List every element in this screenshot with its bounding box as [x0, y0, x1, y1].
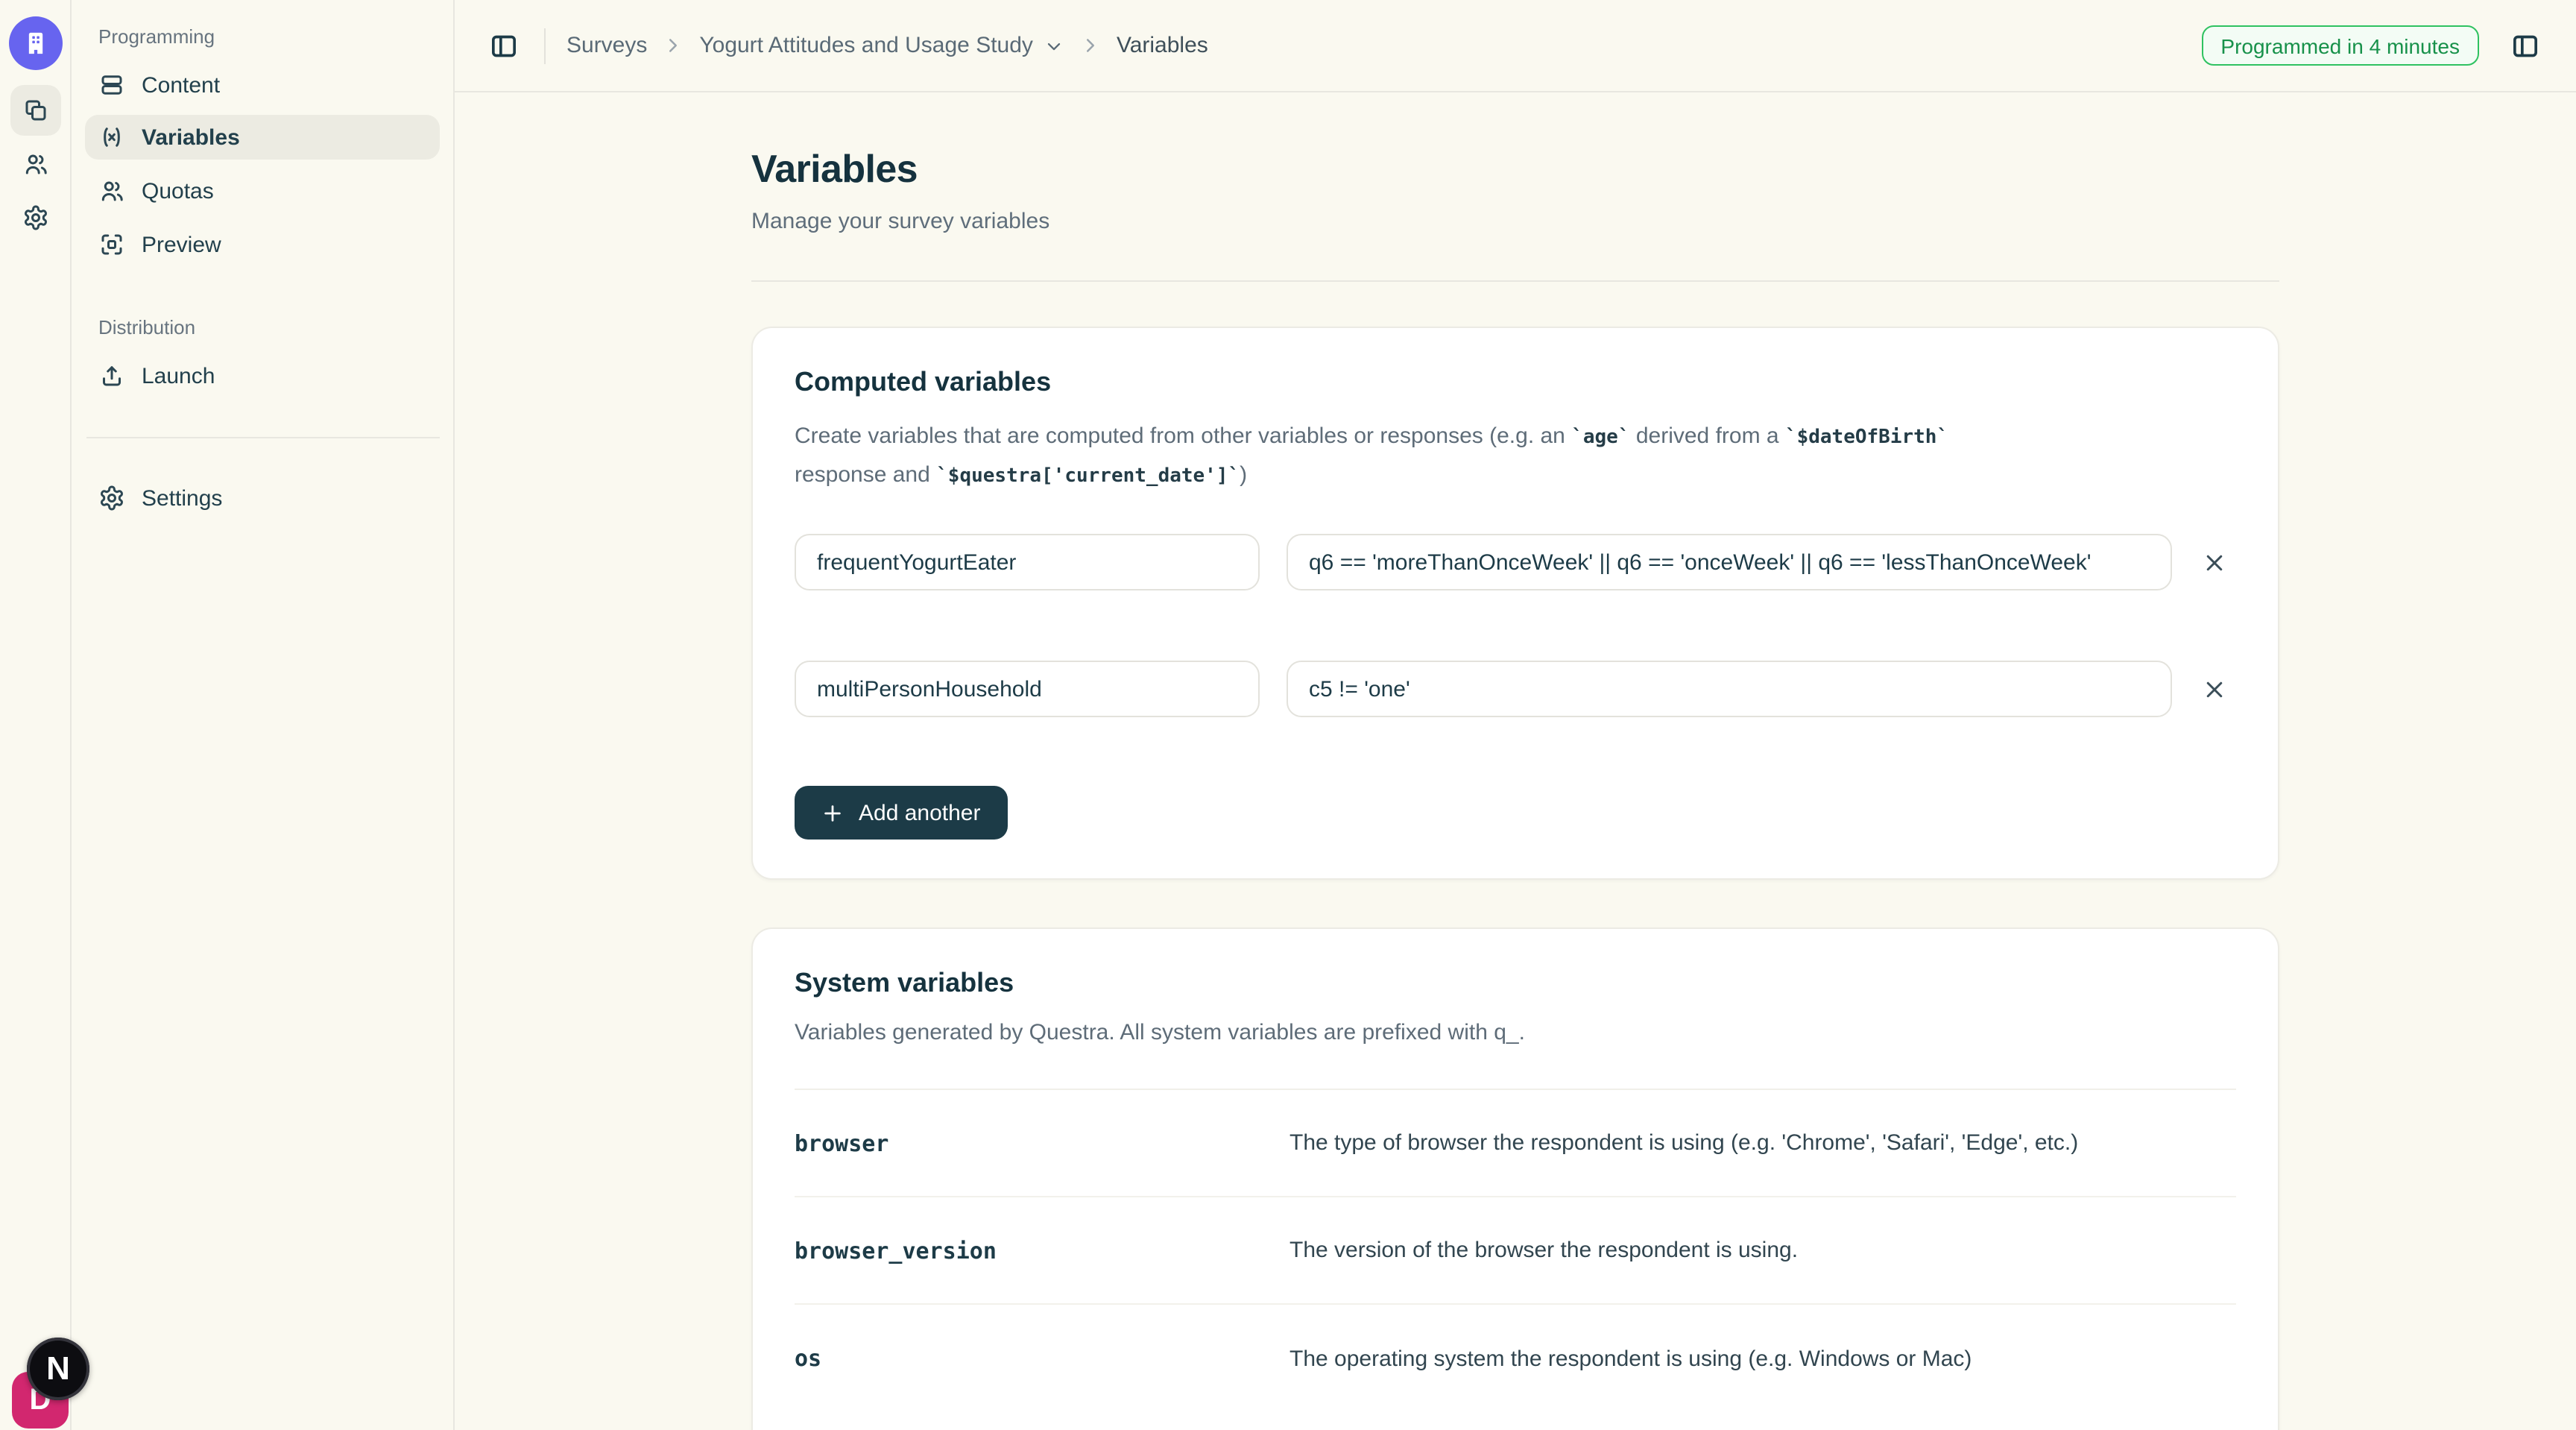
- settings-rail-button[interactable]: [10, 192, 61, 243]
- system-variables-description: Variables generated by Questra. All syst…: [795, 1014, 2236, 1051]
- top-header: Surveys Yogurt Attitudes and Usage Study…: [455, 0, 2576, 92]
- header-divider: [544, 28, 546, 63]
- icon-rail: [0, 0, 72, 1430]
- add-another-label: Add another: [859, 800, 980, 825]
- variable-name-input[interactable]: [795, 534, 1260, 590]
- computed-variables-card: Computed variables Create variables that…: [751, 327, 2279, 880]
- remove-variable-button[interactable]: [2193, 668, 2235, 710]
- inline-code: `$dateOfBirth`: [1785, 426, 1948, 449]
- sidebar-item-label: Content: [142, 72, 220, 98]
- sidebar-divider: [86, 437, 440, 438]
- breadcrumb-survey-name[interactable]: Yogurt Attitudes and Usage Study: [699, 33, 1064, 58]
- description-text: response and: [795, 462, 936, 488]
- panel-left-icon: [489, 31, 519, 60]
- system-variables-card: System variables Variables generated by …: [751, 927, 2279, 1430]
- building-icon: [21, 28, 51, 58]
- computed-variables-title: Computed variables: [795, 367, 2236, 398]
- breadcrumb: Surveys Yogurt Attitudes and Usage Study…: [566, 33, 1208, 58]
- computed-variable-row: [795, 661, 2236, 717]
- system-variable-row: browser_version The version of the brows…: [795, 1197, 2236, 1305]
- inline-code: `age`: [1571, 426, 1629, 449]
- users-icon: [98, 177, 125, 204]
- nextjs-n-logo: N: [46, 1349, 70, 1388]
- sidebar-item-quotas[interactable]: Quotas: [85, 168, 440, 213]
- programmed-time-badge: Programmed in 4 minutes: [2201, 25, 2479, 66]
- computed-variable-rows: [795, 534, 2236, 717]
- sidebar-item-preview[interactable]: Preview: [85, 222, 440, 267]
- page-subtitle: Manage your survey variables: [751, 209, 2279, 234]
- survey-name-label: Yogurt Attitudes and Usage Study: [699, 33, 1033, 58]
- sidebar-item-label: Settings: [142, 485, 222, 511]
- chevron-right-icon: [1079, 34, 1102, 57]
- sidebar: Programming Content Variables: [72, 0, 455, 1430]
- plus-icon: [821, 801, 844, 824]
- sidebar-item-label: Preview: [142, 232, 221, 257]
- sidebar-toggle-button[interactable]: [484, 26, 523, 65]
- sidebar-item-launch[interactable]: Launch: [85, 353, 440, 398]
- main-area: Surveys Yogurt Attitudes and Usage Study…: [455, 0, 2576, 1430]
- computed-variables-description: Create variables that are computed from …: [795, 418, 2236, 495]
- section-label-distribution: Distribution: [98, 316, 195, 338]
- gear-icon: [98, 485, 125, 511]
- close-icon: [2203, 678, 2225, 700]
- add-another-button[interactable]: Add another: [795, 786, 1007, 840]
- gear-icon: [22, 204, 49, 231]
- nextjs-dev-badge[interactable]: N: [27, 1338, 89, 1400]
- computed-variable-row: [795, 534, 2236, 590]
- section-label-programming: Programming: [98, 25, 215, 48]
- sidebar-item-variables[interactable]: Variables: [85, 115, 440, 160]
- right-panel-toggle-button[interactable]: [2506, 26, 2545, 65]
- inline-code: `$questra['current_date']`: [936, 465, 1240, 488]
- close-icon: [2203, 551, 2225, 573]
- org-logo[interactable]: [9, 16, 63, 70]
- title-divider: [751, 280, 2279, 282]
- system-variable-description: The operating system the respondent is u…: [1289, 1346, 1972, 1371]
- breadcrumb-surveys[interactable]: Surveys: [566, 33, 647, 58]
- sidebar-item-label: Quotas: [142, 178, 214, 204]
- remove-variable-button[interactable]: [2193, 541, 2235, 583]
- sidebar-item-label: Launch: [142, 363, 215, 388]
- description-text: ): [1240, 462, 1247, 488]
- system-variables-title: System variables: [795, 968, 2236, 999]
- upload-icon: [98, 362, 125, 389]
- system-variable-name: browser: [795, 1130, 1289, 1156]
- system-variable-name: browser_version: [795, 1237, 1289, 1264]
- sidebar-item-settings[interactable]: Settings: [85, 476, 440, 520]
- sidebar-item-content[interactable]: Content: [85, 63, 440, 107]
- system-variable-row: os The operating system the respondent i…: [795, 1305, 2236, 1412]
- rows-icon: [98, 72, 125, 98]
- page-title: Variables: [751, 146, 2279, 192]
- function-variable-icon: [98, 124, 125, 151]
- app-root: D N Programming Content Vari: [0, 0, 2576, 1430]
- variable-expression-input[interactable]: [1287, 534, 2172, 590]
- sidebar-item-label: Variables: [142, 125, 240, 150]
- surveys-rail-button[interactable]: [10, 85, 61, 136]
- audience-rail-button[interactable]: [10, 139, 61, 189]
- system-variable-row: browser The type of browser the responde…: [795, 1090, 2236, 1197]
- page-content: Variables Manage your survey variables C…: [455, 92, 2576, 1430]
- panel-right-icon: [2510, 31, 2540, 60]
- users-icon: [22, 151, 49, 177]
- system-variable-name: os: [795, 1345, 1289, 1372]
- scan-preview-icon: [98, 231, 125, 258]
- copy-pages-icon: [22, 97, 49, 124]
- variable-expression-input[interactable]: [1287, 661, 2172, 717]
- breadcrumb-current: Variables: [1117, 33, 1208, 58]
- description-text: Create variables that are computed from …: [795, 423, 1571, 449]
- description-text: derived from a: [1630, 423, 1785, 449]
- variable-name-input[interactable]: [795, 661, 1260, 717]
- system-variable-description: The version of the browser the responden…: [1289, 1238, 1798, 1263]
- system-variable-description: The type of browser the respondent is us…: [1289, 1130, 2078, 1156]
- chevron-right-icon: [662, 34, 684, 57]
- chevron-down-icon: [1044, 35, 1064, 56]
